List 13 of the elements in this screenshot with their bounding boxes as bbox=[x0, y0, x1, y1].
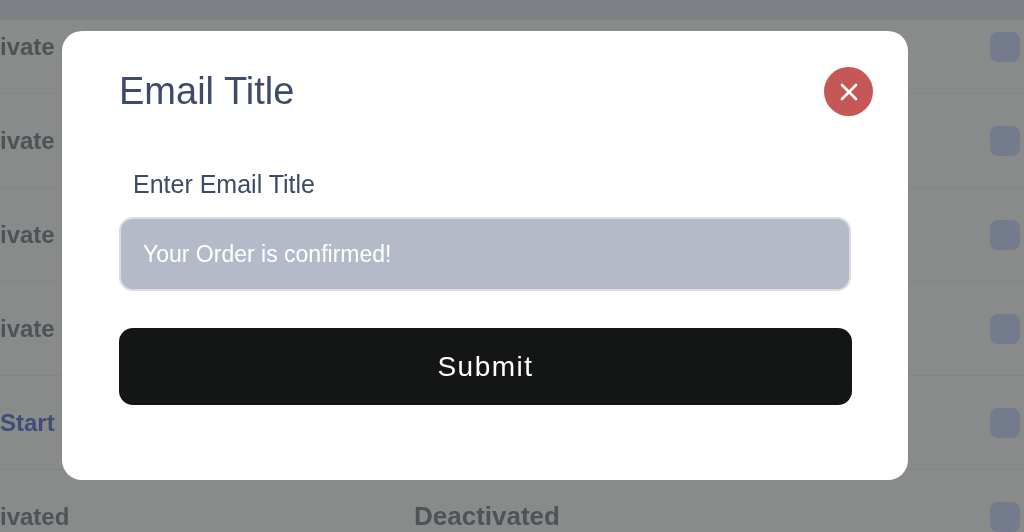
table-cell: ivate bbox=[0, 126, 55, 155]
input-field[interactable]: Your Order is confirmed! bbox=[119, 217, 851, 291]
table-cell: ivate bbox=[0, 314, 55, 343]
field-label: Enter Email Title bbox=[133, 170, 316, 199]
table-cell: ivate bbox=[0, 220, 55, 249]
table-cell: Deactivated bbox=[414, 501, 560, 532]
table-cell[interactable]: Start bbox=[0, 408, 55, 437]
modal-title: Email Title bbox=[119, 70, 295, 113]
table-cell: ivate bbox=[0, 32, 55, 61]
table-cell: ivated bbox=[0, 502, 70, 531]
close-icon bbox=[839, 82, 858, 101]
submit-button[interactable]: Submit bbox=[119, 328, 852, 405]
close-button[interactable] bbox=[824, 67, 873, 116]
